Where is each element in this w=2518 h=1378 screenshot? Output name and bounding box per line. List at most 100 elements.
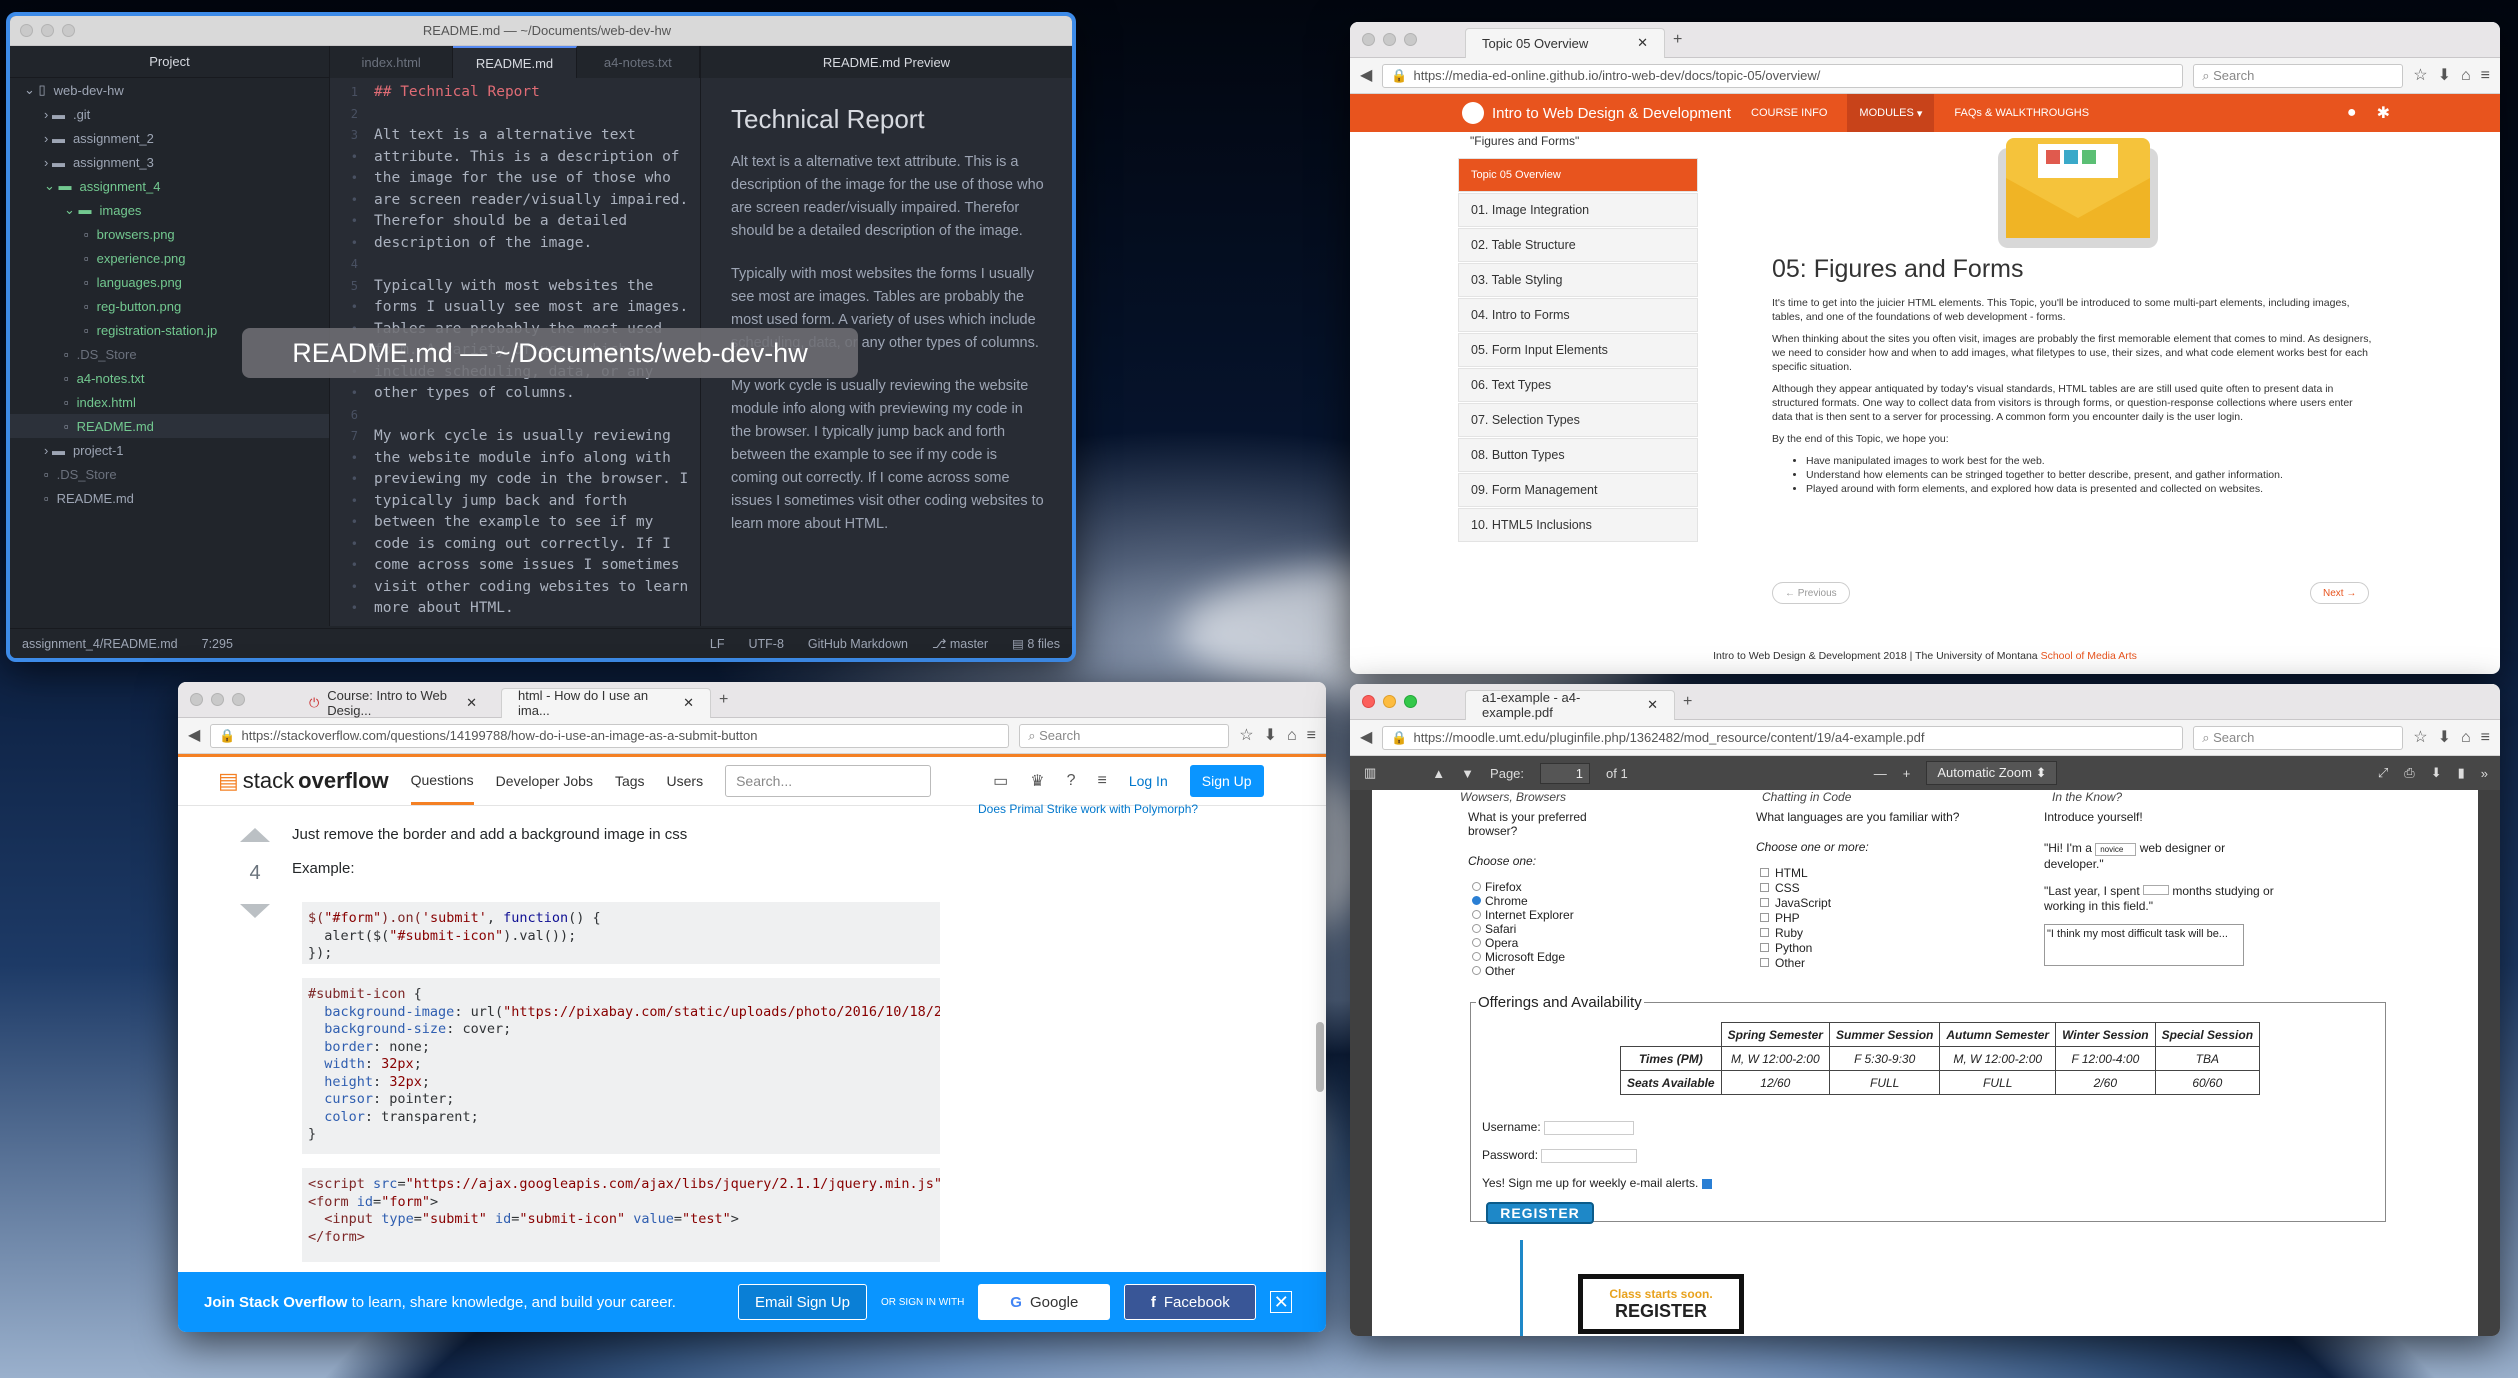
language-option[interactable]: Ruby <box>1756 926 1996 941</box>
tree-item[interactable]: ▫ README.md <box>10 486 329 510</box>
email-signup-button[interactable]: Email Sign Up <box>737 1284 867 1320</box>
site-brand[interactable]: Intro to Web Design & Development <box>1462 102 1731 124</box>
tab-pdf[interactable]: a1-example - a4-example.pdf ✕ <box>1465 689 1675 720</box>
nav-tags[interactable]: Tags <box>615 773 645 789</box>
browser-option[interactable]: Microsoft Edge <box>1468 950 1638 964</box>
next-page-icon[interactable]: ▼ <box>1461 766 1474 781</box>
home-icon[interactable]: ⌂ <box>1287 727 1297 744</box>
tree-item[interactable]: ⌄ ▯ web-dev-hw <box>10 78 329 102</box>
signup-button[interactable]: Sign Up <box>1189 765 1264 797</box>
radio-icon[interactable] <box>1472 938 1481 947</box>
close-icon[interactable] <box>1362 695 1375 708</box>
minimize-icon[interactable] <box>1383 695 1396 708</box>
side-item[interactable]: 05. Form Input Elements <box>1458 333 1698 367</box>
url-bar[interactable]: 🔒 https://media-ed-online.github.io/intro… <box>1382 63 2184 88</box>
zoom-icon[interactable] <box>62 24 75 37</box>
browser-option[interactable]: Opera <box>1468 936 1638 950</box>
radio-icon[interactable] <box>1472 966 1481 975</box>
username-input[interactable] <box>1544 1120 1635 1135</box>
checkbox-icon[interactable] <box>1760 943 1769 952</box>
tree-item[interactable]: ▫ reg-button.png <box>10 294 329 318</box>
zoom-icon[interactable] <box>232 693 245 706</box>
tab-a4-notes[interactable]: a4-notes.txt <box>577 46 700 78</box>
language-option[interactable]: HTML <box>1756 866 1996 881</box>
inbox-icon[interactable]: ▭ <box>993 771 1008 791</box>
level-select[interactable]: novice <box>2095 843 2137 856</box>
tools-icon[interactable]: » <box>2481 766 2488 781</box>
settings-icon[interactable]: ✱ <box>2377 103 2390 123</box>
side-item[interactable]: 03. Table Styling <box>1458 263 1698 297</box>
file-path[interactable]: assignment_4/README.md <box>22 637 178 651</box>
previous-button[interactable]: ← Previous <box>1772 582 1850 604</box>
next-button[interactable]: Next → <box>2310 582 2370 604</box>
print-icon[interactable]: ⎙ <box>2404 765 2414 781</box>
back-icon[interactable]: ◀ <box>1360 729 1372 746</box>
checkbox-icon[interactable] <box>1760 928 1769 937</box>
close-icon[interactable] <box>190 693 203 706</box>
code-block-css[interactable]: #submit-icon { background-image: url("ht… <box>302 978 940 1154</box>
menu-icon[interactable]: ≡ <box>1307 727 1316 744</box>
home-icon[interactable]: ⌂ <box>2461 729 2471 746</box>
github-icon[interactable]: ● <box>2347 104 2357 122</box>
bookmark-star-icon[interactable]: ☆ <box>2413 729 2427 746</box>
side-item[interactable]: 08. Button Types <box>1458 438 1698 472</box>
footer-link[interactable]: School of Media Arts <box>2041 650 2137 662</box>
trophy-icon[interactable]: ♛ <box>1030 771 1044 791</box>
tab-stackoverflow[interactable]: html - How do I use an ima... ✕ <box>501 687 711 718</box>
minimize-icon[interactable] <box>211 693 224 706</box>
prev-page-icon[interactable]: ▲ <box>1432 766 1445 781</box>
related-link[interactable]: Does Primal Strike work with Polymorph? <box>978 802 1198 816</box>
tree-item[interactable]: ▫ languages.png <box>10 270 329 294</box>
side-item[interactable]: 10. HTML5 Inclusions <box>1458 508 1698 542</box>
help-icon[interactable]: ? <box>1067 772 1076 790</box>
files-count[interactable]: ▤ 8 files <box>1012 636 1060 651</box>
nav-jobs[interactable]: Developer Jobs <box>496 773 593 789</box>
password-input[interactable] <box>1541 1148 1638 1163</box>
language-option[interactable]: JavaScript <box>1756 896 1996 911</box>
register-button[interactable]: REGISTER <box>1486 1202 1594 1224</box>
browser-option[interactable]: Other <box>1468 964 1638 978</box>
tree-item[interactable]: › ▬ assignment_2 <box>10 126 329 150</box>
sidebar-toggle-icon[interactable]: ▥ <box>1364 765 1376 781</box>
close-icon[interactable] <box>1362 33 1375 46</box>
zoom-icon[interactable] <box>1404 33 1417 46</box>
back-icon[interactable]: ◀ <box>1360 67 1372 84</box>
google-signin-button[interactable]: G Google <box>978 1284 1111 1320</box>
tree-item[interactable]: ⌄ ▬ assignment_4 <box>10 174 329 198</box>
nav-questions[interactable]: Questions <box>410 758 474 805</box>
bookmark-star-icon[interactable]: ☆ <box>1239 727 1253 744</box>
side-item[interactable]: 07. Selection Types <box>1458 403 1698 437</box>
language-option[interactable]: CSS <box>1756 881 1996 896</box>
side-item[interactable]: 06. Text Types <box>1458 368 1698 402</box>
tree-item[interactable]: › ▬ .git <box>10 102 329 126</box>
tab-course[interactable]: ⏻ Course: Intro to Web Desig... ✕ <box>293 688 493 718</box>
side-item[interactable]: 04. Intro to Forms <box>1458 298 1698 332</box>
tree-item[interactable]: ▫ README.md <box>10 414 329 438</box>
tree-item[interactable]: › ▬ project-1 <box>10 438 329 462</box>
page-number-input[interactable]: 1 <box>1540 762 1591 784</box>
tree-item[interactable]: › ▬ assignment_3 <box>10 150 329 174</box>
menu-icon[interactable]: ≡ <box>2481 67 2490 84</box>
months-input[interactable] <box>2143 885 2169 895</box>
tab-readme[interactable]: README.md <box>453 46 577 78</box>
close-banner-icon[interactable]: ✕ <box>1270 1291 1293 1313</box>
home-icon[interactable]: ⌂ <box>2461 67 2471 84</box>
tree-item[interactable]: ▫ index.html <box>10 390 329 414</box>
menu-icon[interactable]: ≡ <box>2481 729 2490 746</box>
tab-index-html[interactable]: index.html <box>330 46 454 78</box>
new-tab-icon[interactable]: + <box>1683 693 1692 710</box>
browser-option[interactable]: Safari <box>1468 922 1638 936</box>
save-icon[interactable]: ⬇ <box>2431 765 2442 781</box>
zoom-icon[interactable] <box>1404 695 1417 708</box>
so-search-input[interactable]: Search... <box>725 765 932 797</box>
nav-course-info[interactable]: COURSE INFO <box>1751 107 1827 119</box>
cursor-position[interactable]: 7:295 <box>202 637 233 651</box>
tree-item[interactable]: ▫ .DS_Store <box>10 462 329 486</box>
download-icon[interactable]: ⬇ <box>1264 727 1277 744</box>
url-bar[interactable]: 🔒 https://stackoverflow.com/questions/141… <box>210 723 1010 748</box>
language-option[interactable]: Other <box>1756 956 1996 971</box>
radio-icon[interactable] <box>1472 910 1481 919</box>
tab-topic-overview[interactable]: Topic 05 Overview ✕ <box>1465 27 1665 58</box>
side-item[interactable]: 01. Image Integration <box>1458 193 1698 227</box>
site-switcher-icon[interactable]: ≡ <box>1097 772 1106 790</box>
